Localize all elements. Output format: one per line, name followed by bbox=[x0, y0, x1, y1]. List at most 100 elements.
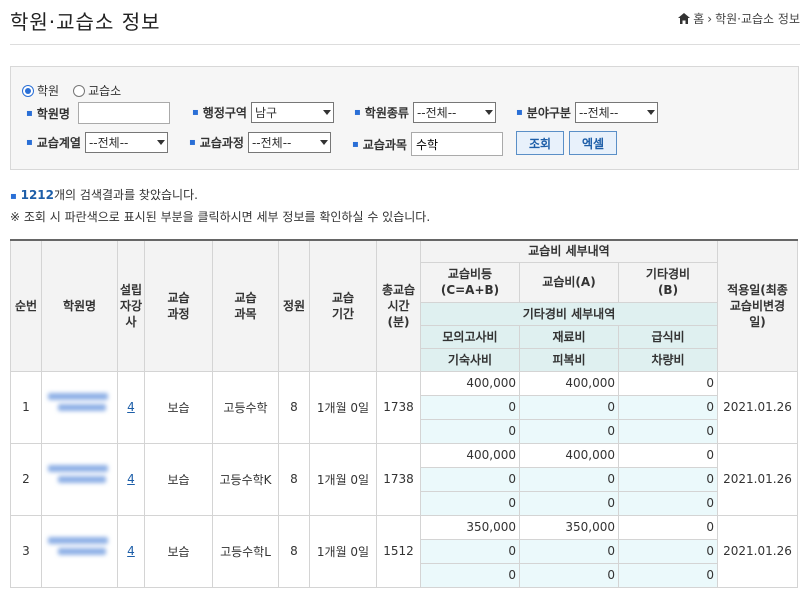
bullet-icon: ▪ bbox=[354, 107, 361, 118]
cell-period: 1개월 0일 bbox=[309, 514, 377, 588]
cell-mock-exam: 0 bbox=[420, 466, 520, 492]
cell-vehicle: 0 bbox=[618, 418, 718, 444]
cell-period: 1개월 0일 bbox=[309, 370, 377, 444]
col-name: 학원명 bbox=[41, 239, 118, 372]
cell-dorm: 0 bbox=[420, 562, 520, 588]
chevron-down-icon bbox=[646, 110, 655, 115]
course-field: ▪ 교습과정 --전체-- bbox=[189, 132, 331, 153]
col-vehicle: 차량비 bbox=[618, 347, 718, 372]
bullet-icon: ▪ bbox=[192, 107, 199, 118]
cell-course: 보습 bbox=[144, 370, 213, 444]
search-button[interactable]: 조회 bbox=[516, 131, 564, 155]
subject-group-field: ▪ 교습계열 --전체-- bbox=[26, 132, 168, 153]
cell-vehicle: 0 bbox=[618, 490, 718, 516]
academy-kind-field: ▪ 학원종류 --전체-- bbox=[354, 102, 496, 123]
subject-field: ▪ 교습과목 bbox=[352, 132, 503, 156]
district-select[interactable]: 남구 bbox=[250, 102, 334, 123]
academy-name-field: ▪ 학원명 bbox=[26, 102, 170, 124]
teacher-count-link[interactable]: 4 bbox=[127, 472, 135, 486]
subject-group-select[interactable]: --전체-- bbox=[84, 132, 168, 153]
cell-teachers: 4 bbox=[117, 514, 145, 588]
teacher-count-link[interactable]: 4 bbox=[127, 544, 135, 558]
chevron-right-icon: › bbox=[707, 11, 713, 26]
cell-fee-b: 0 bbox=[618, 514, 718, 540]
cell-capacity: 8 bbox=[278, 442, 310, 516]
cell-dorm: 0 bbox=[420, 418, 520, 444]
cell-vehicle: 0 bbox=[618, 562, 718, 588]
col-capacity: 정원 bbox=[278, 239, 310, 372]
bullet-icon: ▪ bbox=[26, 107, 33, 119]
cell-academy-name[interactable] bbox=[41, 514, 118, 588]
teacher-count-link[interactable]: 4 bbox=[127, 400, 135, 414]
radio-on-icon[interactable] bbox=[22, 84, 34, 97]
col-etc-detail: 기타경비 세부내역 bbox=[420, 301, 718, 326]
cell-hours: 1738 bbox=[376, 442, 421, 516]
cell-hours: 1738 bbox=[376, 370, 421, 444]
col-no: 순번 bbox=[10, 239, 42, 372]
academy-name-input[interactable] bbox=[77, 102, 170, 124]
field-kind-select[interactable]: --전체-- bbox=[574, 102, 658, 123]
cell-course: 보습 bbox=[144, 514, 213, 588]
cell-academy-name[interactable] bbox=[41, 442, 118, 516]
excel-button[interactable]: 엑셀 bbox=[569, 131, 617, 155]
cell-no: 3 bbox=[10, 514, 42, 588]
col-fee-detail: 교습비 세부내역 bbox=[420, 239, 718, 263]
col-dorm: 기숙사비 bbox=[420, 347, 520, 372]
result-note: ※ 조회 시 파란색으로 표시된 부분을 클릭하시면 세부 정보를 확인하실 수… bbox=[10, 210, 431, 224]
bullet-icon: ▪ bbox=[352, 138, 359, 150]
page-title: 학원·교습소 정보 bbox=[10, 10, 161, 34]
chevron-down-icon bbox=[319, 140, 328, 145]
cell-dorm: 0 bbox=[420, 490, 520, 516]
cell-fee-a: 400,000 bbox=[519, 370, 619, 396]
academy-name-redacted[interactable] bbox=[47, 461, 112, 495]
academy-kind-select[interactable]: --전체-- bbox=[412, 102, 496, 123]
cell-uniform: 0 bbox=[519, 490, 619, 516]
academy-name-redacted[interactable] bbox=[47, 389, 112, 423]
cell-fee-total: 400,000 bbox=[420, 442, 520, 468]
field-kind-field: ▪ 분야구분 --전체-- bbox=[516, 102, 658, 123]
cell-meal: 0 bbox=[618, 466, 718, 492]
cell-fee-a: 350,000 bbox=[519, 514, 619, 540]
cell-fee-b: 0 bbox=[618, 442, 718, 468]
breadcrumb: 홈 › 학원·교습소 정보 bbox=[678, 10, 800, 27]
radio-tutoring[interactable]: 교습소 bbox=[73, 82, 121, 99]
col-fee-total: 교습비등(C=A+B) bbox=[420, 261, 520, 303]
col-fee-a: 교습비(A) bbox=[519, 261, 619, 303]
col-mock-exam: 모의고사비 bbox=[420, 324, 520, 349]
subject-input[interactable] bbox=[410, 132, 503, 156]
result-count: ▪ 1212개의 검색결과를 찾았습니다. bbox=[10, 188, 198, 202]
cell-subject: 고등수학 bbox=[212, 370, 279, 444]
cell-apply-date: 2021.01.26 bbox=[717, 370, 798, 444]
chevron-down-icon bbox=[156, 140, 165, 145]
type-radio-group: 학원 교습소 bbox=[22, 82, 121, 99]
cell-course: 보습 bbox=[144, 442, 213, 516]
radio-off-icon[interactable] bbox=[73, 84, 86, 97]
cell-subject: 고등수학L bbox=[212, 514, 279, 588]
cell-fee-a: 400,000 bbox=[519, 442, 619, 468]
cell-fee-total: 350,000 bbox=[420, 514, 520, 540]
results-table: 순번 학원명 설립자강사 교습과정 교습과목 정원 교습기간 총교습시간(분) … bbox=[10, 239, 798, 588]
col-uniform: 피복비 bbox=[519, 347, 619, 372]
cell-capacity: 8 bbox=[278, 514, 310, 588]
cell-apply-date: 2021.01.26 bbox=[717, 442, 798, 516]
cell-academy-name[interactable] bbox=[41, 370, 118, 444]
bullet-icon: ▪ bbox=[10, 191, 17, 202]
title-divider bbox=[10, 44, 800, 45]
table-row: 1 4 보습 고등수학 8 1개월 0일 1738 400,000 400,000 0 2021.0… bbox=[10, 370, 798, 444]
cell-mock-exam: 0 bbox=[420, 538, 520, 564]
chevron-down-icon bbox=[484, 110, 493, 115]
academy-name-redacted[interactable] bbox=[47, 533, 112, 567]
course-select[interactable]: --전체-- bbox=[247, 132, 331, 153]
col-course: 교습과정 bbox=[144, 239, 213, 372]
home-icon[interactable] bbox=[678, 13, 691, 24]
cell-uniform: 0 bbox=[519, 562, 619, 588]
cell-material: 0 bbox=[519, 538, 619, 564]
radio-academy[interactable]: 학원 bbox=[22, 82, 59, 99]
cell-fee-total: 400,000 bbox=[420, 370, 520, 396]
col-founder-lecturer: 설립자강사 bbox=[117, 239, 145, 372]
breadcrumb-home[interactable]: 홈 bbox=[693, 10, 704, 27]
cell-fee-b: 0 bbox=[618, 370, 718, 396]
col-subject: 교습과목 bbox=[212, 239, 279, 372]
col-apply-date: 적용일(최종교습비변경일) bbox=[717, 239, 798, 372]
cell-no: 2 bbox=[10, 442, 42, 516]
